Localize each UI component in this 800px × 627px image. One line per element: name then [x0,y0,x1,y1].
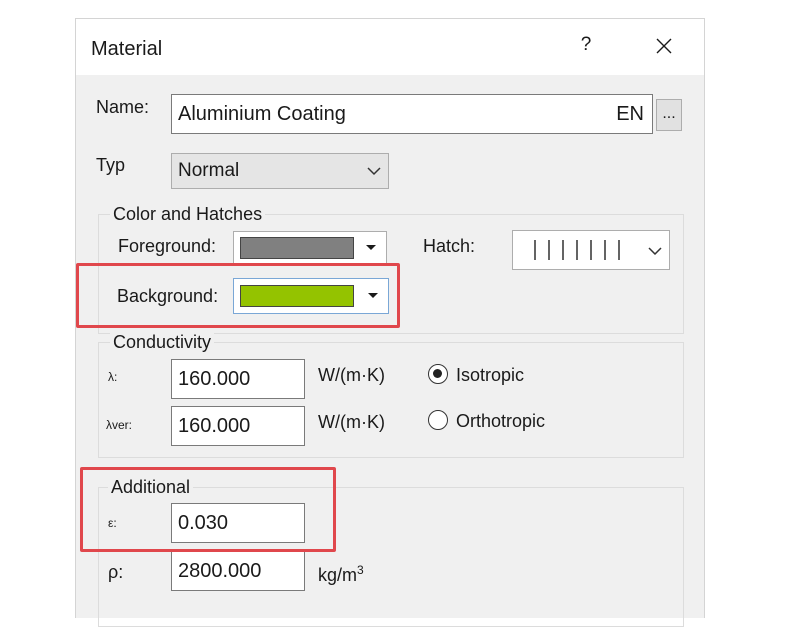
hatch-label: Hatch: [423,236,476,256]
name-input[interactable]: Aluminium Coating EN [171,94,653,134]
isotropic-radio[interactable] [428,364,448,384]
lambda-input[interactable]: 160.000 [171,359,305,399]
close-button[interactable] [646,31,682,59]
isotropic-label[interactable]: Isotropic [456,365,524,386]
name-value: Aluminium Coating [178,103,346,125]
conductivity-title: Conductivity [110,332,215,353]
typ-label: Typ [96,155,126,175]
rho-unit: kg/m3 [318,563,364,585]
foreground-swatch [240,237,354,259]
additional-highlight [80,467,336,552]
title-bar: Material ? [76,19,704,75]
lambda-ver-unit: W/(m·K) [318,412,385,432]
lambda-ver-input[interactable]: 160.000 [171,406,305,446]
background-highlight [76,263,400,328]
name-browse-button[interactable]: ... [656,99,682,131]
name-label: Name: [96,97,150,117]
orthotropic-radio[interactable] [428,410,448,430]
dialog-title: Material [91,38,163,60]
hatch-dropdown[interactable] [512,230,670,270]
foreground-label: Foreground: [118,236,217,256]
chevron-down-icon [367,167,381,176]
close-icon [656,38,672,54]
rho-unit-text: kg/m [318,565,358,585]
rho-label: ρ: [108,562,124,582]
color-hatches-title: Color and Hatches [110,204,266,225]
foreground-color-dropdown[interactable] [233,231,387,265]
lambda-ver-label: λver: [106,418,133,432]
help-button[interactable]: ? [574,31,598,59]
typ-value: Normal [178,160,240,181]
hatch-pattern-icon [521,237,633,263]
typ-dropdown[interactable]: Normal [171,153,389,189]
lambda-unit: W/(m·K) [318,365,385,385]
language-badge[interactable]: EN [616,95,644,133]
orthotropic-label[interactable]: Orthotropic [456,411,545,432]
dropdown-arrow-icon [366,245,376,250]
lambda-label: λ: [108,370,118,384]
rho-input[interactable]: 2800.000 [171,551,305,591]
chevron-down-icon [648,247,662,256]
